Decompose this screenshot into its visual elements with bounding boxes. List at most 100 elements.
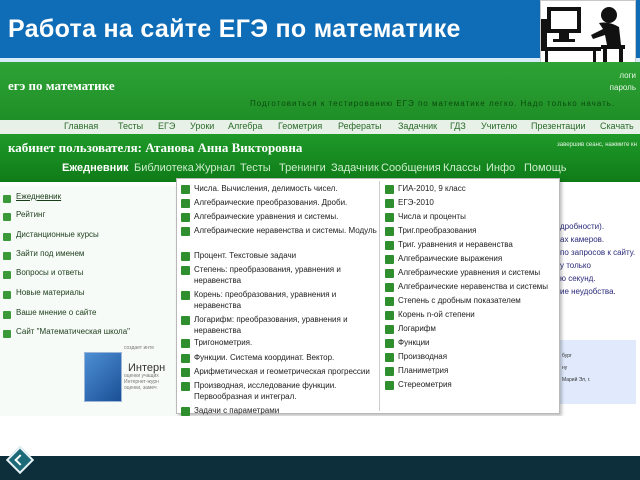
sidebar-item[interactable]: Новые материалы xyxy=(3,288,173,302)
sidebar-item-label: Ваше мнение о сайте xyxy=(16,308,97,317)
bullet-icon xyxy=(385,311,394,320)
sidebar-item-label: Вопросы и ответы xyxy=(16,268,84,277)
nav-link[interactable]: Главная xyxy=(64,121,98,131)
password-label: пароль xyxy=(609,83,636,92)
sidebar-item[interactable]: Ваше мнение о сайте xyxy=(3,308,173,322)
cabinet-tab[interactable]: Тесты xyxy=(240,162,271,174)
header-slogan: Подготовиться к тестированию ЕГЭ по мате… xyxy=(250,99,616,108)
bullet-icon xyxy=(385,227,394,236)
login-label: логи xyxy=(619,71,636,80)
dropdown-item-label: Логарифм: преобразования, уравнения и не… xyxy=(194,315,348,335)
cabinet-tab[interactable]: Сообщения xyxy=(381,162,441,174)
dropdown-item-label: Функции. Система координат. Вектор. xyxy=(194,353,335,362)
bullet-icon xyxy=(385,367,394,376)
bullet-icon xyxy=(181,227,190,236)
dropdown-item-label: Производная xyxy=(398,352,448,361)
dropdown-item-label: Алгебраические выражения xyxy=(398,254,503,263)
dropdown-item-label: Триг.преобразования xyxy=(398,226,477,235)
sidebar-item[interactable]: Вопросы и ответы xyxy=(3,268,173,282)
cabinet-tab[interactable]: Журнал xyxy=(195,162,235,174)
dropdown-item-label: Степень с дробным показателем xyxy=(398,296,521,305)
nav-link[interactable]: Геометрия xyxy=(278,121,322,131)
bullet-icon xyxy=(181,382,190,391)
cabinet-tab[interactable]: Тренинги xyxy=(279,162,326,174)
dropdown-item-label: Логарифм xyxy=(398,324,436,333)
nav-link[interactable]: Уроки xyxy=(190,121,214,131)
site-header: егэ по математике Подготовиться к тестир… xyxy=(0,62,640,134)
bullet-icon xyxy=(3,252,11,260)
login-labels: логи пароль xyxy=(610,70,636,94)
sidebar-item-label: Сайт "Математическая школа" xyxy=(16,327,131,336)
sidebar-item-label: Зайти под именем xyxy=(16,249,85,258)
bullet-icon xyxy=(385,269,394,278)
nav-link[interactable]: Презентации xyxy=(531,121,586,131)
bullet-icon xyxy=(3,311,11,319)
library-dropdown-menu: Числа. Вычисления, делимость чисел. Алгеб… xyxy=(176,178,560,444)
dropdown-item-label: Алгебраические неравенства и системы xyxy=(398,282,549,291)
cabinet-tab[interactable]: Библиотека xyxy=(134,162,194,174)
dropdown-item-label: Процент. Текстовые задачи xyxy=(194,251,297,260)
cabinet-tab[interactable]: Инфо xyxy=(486,162,515,174)
site-logo[interactable]: егэ по математике xyxy=(8,78,115,94)
nav-link[interactable]: Тесты xyxy=(118,121,143,131)
dropdown-item-label: Корень n-ой степени xyxy=(398,310,475,319)
internet-label: Интерн xyxy=(128,362,166,374)
nav-link[interactable]: Задачник xyxy=(398,121,437,131)
bullet-icon xyxy=(181,368,190,377)
nav-link[interactable]: Алгебра xyxy=(228,121,262,131)
dropdown-item-label: Алгебраические уравнения и системы xyxy=(398,268,541,277)
bullet-icon xyxy=(181,339,190,348)
bullet-icon xyxy=(181,407,190,416)
sidebar-item[interactable]: Дистанционные курсы xyxy=(3,230,173,244)
top-nav: Главная Тесты ЕГЭ Уроки Алгебра Геометрия Рефе… xyxy=(0,120,640,134)
book-image xyxy=(84,352,122,402)
bullet-icon xyxy=(3,291,11,299)
cabinet-tab[interactable]: Ежедневник xyxy=(62,162,129,174)
bullet-icon xyxy=(385,255,394,264)
cabinet-bar: кабинет пользователя: Атанова Анна Викто… xyxy=(0,134,640,182)
chevron-up-icon xyxy=(14,454,26,466)
bullet-icon xyxy=(3,233,11,241)
computer-user-image xyxy=(540,0,636,68)
cabinet-tab[interactable]: Помощь xyxy=(524,162,567,174)
bullet-icon xyxy=(181,199,190,208)
nav-link[interactable]: ГДЗ xyxy=(450,121,466,131)
dropdown-item-label: Производная, исследование функции. Перво… xyxy=(194,381,337,401)
dropdown-item-label: Алгебраические преобразования. Дроби. xyxy=(194,198,348,207)
bullet-icon xyxy=(385,339,394,348)
bullet-icon xyxy=(385,185,394,194)
dropdown-item-label: Тригонометрия. xyxy=(194,338,253,347)
bullet-icon xyxy=(181,316,190,325)
bullet-icon xyxy=(385,241,394,250)
bullet-icon xyxy=(385,213,394,222)
bullet-icon xyxy=(181,354,190,363)
nav-link[interactable]: Скачать xyxy=(600,121,634,131)
sidebar-item[interactable]: Ежедневник xyxy=(3,192,173,206)
dropdown-item-label: Арифметическая и геометрическая прогресс… xyxy=(194,367,370,376)
nav-link[interactable]: ЕГЭ xyxy=(158,121,175,131)
cabinet-tab[interactable]: Классы xyxy=(443,162,481,174)
sidebar-item-label: Ежедневник xyxy=(16,192,62,201)
bullet-icon xyxy=(3,271,11,279)
logout-note: завершив сеанс, нажмите кн xyxy=(557,142,637,148)
bullet-icon xyxy=(385,325,394,334)
sidebar-item[interactable]: Рейтинг xyxy=(3,210,173,224)
dropdown-item-label: Корень: преобразования, уравнения и нера… xyxy=(194,290,337,310)
bullet-icon xyxy=(3,330,11,338)
site-note-line: создает инте xyxy=(124,345,155,351)
sidebar-item-label: Дистанционные курсы xyxy=(16,230,99,239)
sidebar-item[interactable]: Сайт "Математическая школа" xyxy=(3,327,173,341)
nav-link[interactable]: Рефераты xyxy=(338,121,381,131)
cabinet-tab[interactable]: Задачник xyxy=(331,162,379,174)
bullet-icon xyxy=(3,195,11,203)
sidebar-item-label: Рейтинг xyxy=(16,210,46,219)
dropdown-item-label: Алгебраические неравенства и системы. Мо… xyxy=(194,226,377,235)
bullet-icon xyxy=(181,185,190,194)
bottom-band xyxy=(0,456,640,480)
dropdown-item-label: Степень: преобразования, уравнения и нер… xyxy=(194,265,341,285)
dropdown-item-label: Стереометрия xyxy=(398,380,452,389)
nav-link[interactable]: Учителю xyxy=(481,121,517,131)
bullet-icon xyxy=(385,353,394,362)
dropdown-item-label: ЕГЭ-2010 xyxy=(398,198,434,207)
sidebar-item[interactable]: Зайти под именем xyxy=(3,249,173,263)
